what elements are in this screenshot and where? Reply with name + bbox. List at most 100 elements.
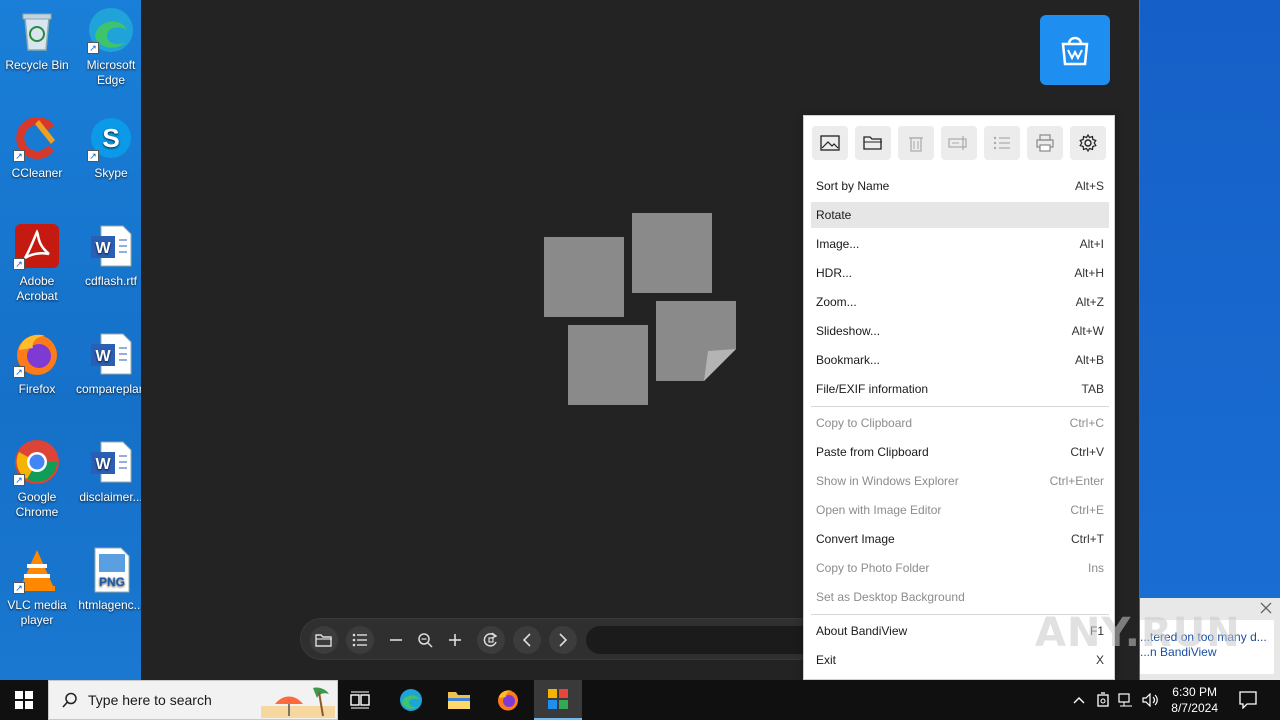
search-placeholder: Type here to search <box>88 692 212 708</box>
desktop-icon-label: CCleaner <box>11 166 63 180</box>
menu-item-copy-to-photo-folder[interactable]: Copy to Photo Folder Ins <box>811 555 1109 581</box>
edge-icon: ↗ <box>87 6 135 54</box>
shortcut-arrow-icon: ↗ <box>13 582 25 594</box>
rotate-icon <box>483 632 498 647</box>
clock-time: 6:30 PM <box>1172 685 1217 699</box>
desktop-icon-ccleaner[interactable]: ↗ CCleaner <box>0 108 74 181</box>
toolbar-settings-button[interactable] <box>1070 126 1106 160</box>
edge-icon <box>400 689 422 711</box>
zoom-out-button[interactable] <box>382 626 410 654</box>
toolbar-list-button[interactable] <box>984 126 1020 160</box>
tray-overflow-button[interactable] <box>1068 680 1090 720</box>
shortcut-arrow-icon: ↗ <box>13 150 25 162</box>
menu-item-convert-image[interactable]: Convert Image Ctrl+T <box>811 526 1109 552</box>
svg-text:W: W <box>95 456 111 473</box>
desktop-icon-label: htmlagenc... <box>78 598 144 612</box>
ccleaner-icon: ↗ <box>13 114 61 162</box>
start-button[interactable] <box>0 680 48 720</box>
svg-text:S: S <box>102 123 119 153</box>
desktop-icon-vlc[interactable]: ↗ VLC media player <box>0 540 74 628</box>
store-button[interactable] <box>1040 15 1110 85</box>
file-path-field[interactable] <box>586 626 816 654</box>
menu-item-copy-to-clipboard[interactable]: Copy to Clipboard Ctrl+C <box>811 410 1109 436</box>
taskbar-file-explorer[interactable] <box>438 680 480 720</box>
open-folder-button[interactable] <box>310 626 338 654</box>
menu-item-set-desktop-background[interactable]: Set as Desktop Background <box>811 584 1109 610</box>
chevron-left-icon <box>522 633 531 647</box>
menu-item-image[interactable]: Image... Alt+I <box>811 231 1109 257</box>
desktop-icon-label: Firefox <box>18 382 56 396</box>
vlc-icon: ↗ <box>13 546 61 594</box>
tray-volume-button[interactable] <box>1139 680 1163 720</box>
close-icon[interactable] <box>1260 602 1272 614</box>
word-doc-icon: W <box>87 222 135 270</box>
menu-separator <box>811 406 1109 407</box>
desktop-icon-label: VLC media player <box>7 598 67 627</box>
desktop-icon-chrome[interactable]: ↗ Google Chrome <box>0 432 74 520</box>
desktop-icon-label: Adobe Acrobat <box>16 274 58 303</box>
taskbar-search-box[interactable]: Type here to search <box>48 680 338 720</box>
desktop-icon-htmlagenc[interactable]: PNG htmlagenc... <box>74 540 148 613</box>
list-icon <box>352 633 367 647</box>
notification-icon <box>1239 691 1257 709</box>
menu-item-bookmark[interactable]: Bookmark... Alt+B <box>811 347 1109 373</box>
speaker-icon <box>1142 693 1158 707</box>
device-icon <box>1097 692 1109 707</box>
magnifier-icon <box>418 633 433 648</box>
shortcut-arrow-icon: ↗ <box>87 150 99 162</box>
desktop-icon-skype[interactable]: S ↗ Skype <box>74 108 148 181</box>
menu-item-sort-by-name[interactable]: Sort by Name Alt+S <box>811 173 1109 199</box>
action-center-button[interactable] <box>1230 680 1266 720</box>
previous-button[interactable] <box>513 626 541 654</box>
zoom-fit-button[interactable] <box>411 626 439 654</box>
toolbar-delete-button[interactable] <box>898 126 934 160</box>
tray-network-button[interactable] <box>1115 680 1137 720</box>
list-icon <box>993 136 1010 150</box>
menu-item-show-in-explorer[interactable]: Show in Windows Explorer Ctrl+Enter <box>811 468 1109 494</box>
toolbar-open-folder-button[interactable] <box>855 126 891 160</box>
desktop-icon-label: compareplan... <box>76 382 156 396</box>
desktop-icon-cdflash[interactable]: W cdflash.rtf <box>74 216 148 289</box>
menu-item-open-with-editor[interactable]: Open with Image Editor Ctrl+E <box>811 497 1109 523</box>
toolbar-rename-button[interactable] <box>941 126 977 160</box>
tray-device-button[interactable] <box>1092 680 1114 720</box>
desktop-icon-compareplan[interactable]: W compareplan... <box>74 324 156 397</box>
menu-item-file-exif-info[interactable]: File/EXIF information TAB <box>811 376 1109 402</box>
toolbar-image-button[interactable] <box>812 126 848 160</box>
taskbar: Type here to search 6:30 PM 8/7/2024 <box>0 680 1280 720</box>
chevron-right-icon <box>559 633 568 647</box>
desktop-icon-disclaimer[interactable]: W disclaimer... <box>74 432 148 505</box>
menu-item-hdr[interactable]: HDR... Alt+H <box>811 260 1109 286</box>
desktop-icon-firefox[interactable]: ↗ Firefox <box>0 324 74 397</box>
gear-icon <box>1079 134 1097 152</box>
toolbar-print-button[interactable] <box>1027 126 1063 160</box>
desktop-icon-recycle-bin[interactable]: Recycle Bin <box>0 0 74 73</box>
menu-item-zoom[interactable]: Zoom... Alt+Z <box>811 289 1109 315</box>
taskbar-edge[interactable] <box>390 680 432 720</box>
menu-item-rotate[interactable]: Rotate <box>811 202 1109 228</box>
search-highlight-beach-icon <box>261 687 335 718</box>
clock-date: 8/7/2024 <box>1171 701 1218 715</box>
placeholder-square <box>632 213 712 293</box>
taskbar-firefox[interactable] <box>487 680 529 720</box>
file-list-button[interactable] <box>346 626 374 654</box>
placeholder-square <box>544 237 624 317</box>
tray-clock[interactable]: 6:30 PM 8/7/2024 <box>1171 684 1218 716</box>
print-icon <box>1036 134 1054 152</box>
desktop-icon-edge[interactable]: ↗ Microsoft Edge <box>74 0 148 88</box>
menu-item-slideshow[interactable]: Slideshow... Alt+W <box>811 318 1109 344</box>
desktop-background-right <box>1140 0 1280 680</box>
desktop-icon-label: Skype <box>94 166 128 180</box>
svg-text:W: W <box>95 240 111 257</box>
chevron-up-icon <box>1073 697 1085 704</box>
viewer-control-bar <box>300 618 820 660</box>
zoom-in-button[interactable] <box>441 626 469 654</box>
desktop-icon-acrobat[interactable]: ↗ Adobe Acrobat <box>0 216 74 304</box>
trash-icon <box>909 137 923 152</box>
skype-icon: S ↗ <box>87 114 135 162</box>
next-button[interactable] <box>549 626 577 654</box>
taskbar-bandiview[interactable] <box>534 680 582 720</box>
rotate-button[interactable] <box>477 626 505 654</box>
task-view-button[interactable] <box>340 680 380 720</box>
menu-item-paste-from-clipboard[interactable]: Paste from Clipboard Ctrl+V <box>811 439 1109 465</box>
